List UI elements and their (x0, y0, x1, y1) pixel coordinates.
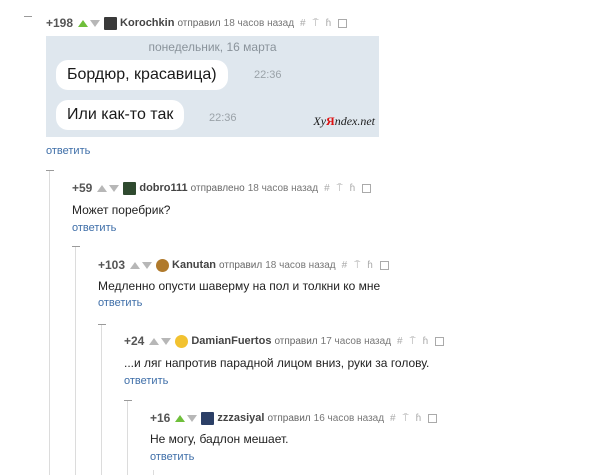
link-icon[interactable]: # (342, 260, 348, 271)
avatar[interactable] (123, 181, 137, 195)
link-icon[interactable]: # (390, 413, 396, 424)
thread-line (127, 400, 128, 475)
branch-icon[interactable]: ɦ (326, 18, 332, 29)
action-text: отправил (177, 17, 221, 29)
comment-time: 18 часов назад (247, 182, 319, 194)
action-text: отправлено (190, 182, 245, 194)
vote-up-icon[interactable] (130, 261, 141, 269)
action-text: отправил (274, 335, 318, 347)
reply-link[interactable]: ответить (98, 297, 142, 309)
chat-message-time: 22:36 (254, 69, 282, 81)
comment-rating: +24 (124, 334, 145, 348)
save-icon[interactable] (428, 413, 438, 423)
comment-header: +16 zzzasiyal отправил 16 часов назад # … (150, 411, 438, 425)
comment-rating: +16 (150, 411, 171, 425)
collapse-toggle[interactable] (98, 324, 106, 332)
vote-up-icon[interactable] (78, 19, 89, 27)
pin-icon[interactable]: ⍑ (337, 183, 343, 194)
username[interactable]: dobro111 (139, 182, 187, 194)
comment-time: 17 часов назад (320, 335, 392, 347)
watermark-logo: XyЯndex.net (313, 114, 375, 128)
vote-down-icon[interactable] (161, 337, 172, 345)
comment-time: 18 часов назад (265, 259, 336, 271)
vote-up-icon[interactable] (175, 414, 186, 422)
pin-icon[interactable]: ⍑ (403, 413, 409, 424)
thread-line (101, 324, 102, 475)
pin-icon[interactable]: ⍑ (410, 336, 416, 347)
branch-icon[interactable]: ɦ (423, 336, 429, 347)
chat-message: Или как-то так (56, 100, 185, 130)
reply-link[interactable]: ответить (72, 222, 116, 234)
save-icon[interactable] (435, 336, 445, 346)
avatar[interactable] (175, 334, 189, 348)
comment-header: +59 dobro111 отправлено 18 часов назад #… (72, 181, 372, 195)
chat-date: понедельник, 16 марта (148, 40, 277, 54)
branch-icon[interactable]: ɦ (367, 260, 373, 271)
comment-text: Медленно опусти шаверму на пол и толкни … (98, 279, 381, 293)
link-icon[interactable]: # (300, 18, 306, 29)
vote-down-icon[interactable] (142, 261, 153, 269)
comment-tools: # ⍑ ɦ (342, 260, 389, 271)
collapse-toggle[interactable] (46, 170, 54, 178)
username[interactable]: zzzasiyal (217, 412, 264, 424)
thread-line (49, 170, 50, 475)
reply-link[interactable]: ответить (150, 451, 194, 463)
branch-icon[interactable]: ɦ (416, 413, 422, 424)
username[interactable]: Kanutan (172, 259, 216, 271)
vote-up-icon[interactable] (97, 184, 108, 192)
comment-rating: +103 (98, 258, 126, 272)
thread-line (153, 470, 154, 475)
comment-tools: # ⍑ ɦ (300, 18, 348, 29)
branch-icon[interactable]: ɦ (350, 183, 356, 194)
reply-link[interactable]: ответить (124, 375, 168, 387)
thread-line (75, 246, 76, 475)
chat-message-time: 22:36 (209, 112, 237, 124)
reply-link[interactable]: ответить (46, 145, 90, 157)
comment-header: +24 DamianFuertos отправил 17 часов наза… (124, 334, 445, 348)
comment-tools: # ⍑ ɦ (390, 413, 438, 424)
save-icon[interactable] (379, 260, 389, 270)
action-text: отправил (267, 412, 311, 424)
action-text: отправил (219, 259, 263, 271)
vote-down-icon[interactable] (109, 184, 120, 192)
vote-down-icon[interactable] (90, 19, 101, 27)
avatar[interactable] (104, 16, 118, 30)
vote-up-icon[interactable] (149, 337, 160, 345)
save-icon[interactable] (338, 18, 348, 28)
chat-screenshot: понедельник, 16 марта Бордюр, красавица)… (46, 36, 379, 137)
comment-time: 16 часов назад (313, 412, 385, 424)
comment-text: Может поребрик? (72, 203, 171, 217)
pin-icon[interactable]: ⍑ (313, 18, 319, 29)
pin-icon[interactable]: ⍑ (354, 260, 360, 271)
vote-down-icon[interactable] (187, 414, 198, 422)
collapse-toggle[interactable] (72, 246, 80, 254)
comment-header: +103 Kanutan отправил 18 часов назад # ⍑… (98, 258, 389, 272)
link-icon[interactable]: # (324, 183, 330, 194)
save-icon[interactable] (362, 183, 372, 193)
collapse-toggle[interactable] (124, 400, 132, 408)
username[interactable]: Korochkin (120, 17, 174, 29)
avatar[interactable] (156, 258, 170, 272)
link-icon[interactable]: # (397, 336, 403, 347)
comment-rating: +198 (46, 16, 74, 30)
comment-tools: # ⍑ ɦ (397, 336, 445, 347)
comment-rating: +59 (72, 181, 93, 195)
comment-text: Не могу, бадлон мешает. (150, 432, 289, 446)
comment-text: ...и ляг напротив парадной лицом вниз, р… (124, 356, 430, 370)
username[interactable]: DamianFuertos (191, 335, 271, 347)
comment-header: +198 Korochkin отправил 18 часов назад #… (46, 16, 348, 30)
comment-tools: # ⍑ ɦ (324, 183, 372, 194)
avatar[interactable] (201, 411, 215, 425)
collapse-toggle[interactable] (24, 16, 32, 24)
comment-time: 18 часов назад (223, 17, 295, 29)
chat-message: Бордюр, красавица) (56, 60, 228, 90)
